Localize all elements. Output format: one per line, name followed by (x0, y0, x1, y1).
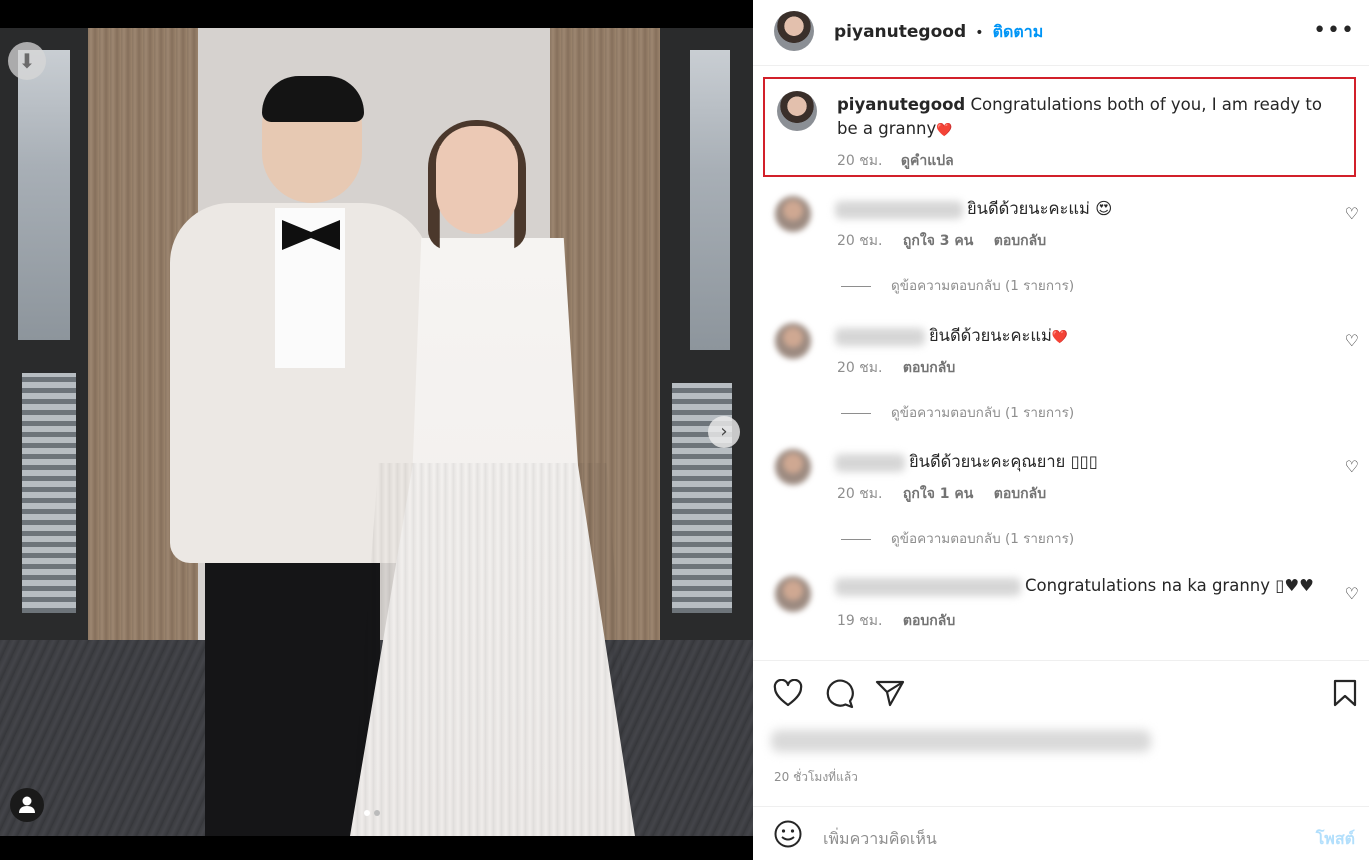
follow-button[interactable]: ติดตาม (993, 22, 1044, 41)
more-options-icon[interactable]: ••• (1313, 18, 1355, 43)
post-comment-button[interactable]: โพสต์ (1316, 827, 1355, 852)
comment-text: ยินดีด้วยนะคะแม่ (967, 199, 1090, 218)
comment-line: ยินดีด้วยนะคะแม่ 😍 (835, 196, 1112, 222)
next-slide-chevron-icon[interactable]: › (708, 416, 740, 448)
replies-dash (841, 538, 871, 540)
post-actions-bar (753, 660, 1369, 730)
comment-avatar[interactable] (775, 449, 811, 485)
caption-highlight: piyanutegood Congratulations both of you… (763, 77, 1356, 177)
comment-meta: 20 ชม. ตอบกลับ (837, 357, 955, 379)
heart-eyes-emoji-icon: 😍 (1095, 199, 1113, 218)
comment-like-heart-icon[interactable]: ♡ (1345, 331, 1359, 350)
share-paper-plane-icon[interactable] (875, 679, 905, 711)
view-replies-label[interactable]: ดูข้อความตอบกลับ (1 รายการ) (891, 405, 1074, 421)
comment-avatar[interactable] (775, 576, 811, 612)
comment-username-blurred[interactable] (835, 200, 963, 219)
emoji-picker-icon[interactable] (773, 819, 803, 853)
slide-dot-active (364, 810, 370, 816)
comment-line: ยินดีด้วยนะคะคุณยาย ▯▯▯ (835, 449, 1098, 475)
comment-like-heart-icon[interactable]: ♡ (1345, 584, 1359, 603)
comment-username-blurred[interactable] (835, 453, 905, 472)
comment-username-blurred[interactable] (835, 327, 925, 346)
slide-indicator (364, 810, 380, 816)
translate-link[interactable]: ดูคำแปล (901, 153, 954, 169)
comment-avatar[interactable] (775, 323, 811, 359)
comment-time[interactable]: 20 ชม. (837, 233, 882, 249)
reply-button[interactable]: ตอบกลับ (903, 360, 955, 376)
header-separator: • (975, 25, 984, 41)
download-icon[interactable]: ⬇ (8, 42, 46, 80)
reply-button[interactable]: ตอบกลับ (903, 613, 955, 629)
comment-time[interactable]: 19 ชม. (837, 613, 882, 629)
comment-bubble-icon[interactable] (824, 679, 854, 713)
heart-emoji-icon: ❤️ (936, 123, 953, 138)
heart-emoji-icon: ❤️ (1051, 330, 1069, 345)
comment-meta: 20 ชม. ถูกใจ 3 คน ตอบกลับ (837, 230, 1046, 252)
comment-text: Congratulations na ka granny (1025, 576, 1270, 595)
comment-text: ยินดีด้วยนะคะแม่ (929, 326, 1052, 345)
tagged-user-icon[interactable] (10, 788, 44, 822)
add-comment-input[interactable]: เพิ่มความคิดเห็น (823, 827, 937, 852)
view-replies-button[interactable]: ดูข้อความตอบกลับ (1 รายการ) (841, 527, 1074, 549)
post-photo-panel: ⬇ › (0, 0, 753, 860)
caption-username[interactable]: piyanutegood (837, 95, 965, 114)
reply-button[interactable]: ตอบกลับ (994, 233, 1046, 249)
comment-likes[interactable]: ถูกใจ 1 คน (903, 486, 973, 502)
hearts-emoji-icon: ▯♥♥ (1275, 576, 1314, 595)
emoji-placeholder-icon: ▯▯▯ (1070, 452, 1098, 471)
post-time-ago[interactable]: 20 ชั่วโมงที่แล้ว (774, 768, 858, 787)
comment-like-heart-icon[interactable]: ♡ (1345, 204, 1359, 223)
view-replies-button[interactable]: ดูข้อความตอบกลับ (1 รายการ) (841, 401, 1074, 423)
view-replies-label[interactable]: ดูข้อความตอบกลับ (1 รายการ) (891, 278, 1074, 294)
reply-button[interactable]: ตอบกลับ (994, 486, 1046, 502)
comment-meta: 20 ชม. ถูกใจ 1 คน ตอบกลับ (837, 483, 1046, 505)
comment-time[interactable]: 20 ชม. (837, 486, 882, 502)
bookmark-save-icon[interactable] (1333, 679, 1357, 711)
replies-dash (841, 285, 871, 287)
comment-avatar[interactable] (775, 196, 811, 232)
replies-dash (841, 412, 871, 414)
view-replies-button[interactable]: ดูข้อความตอบกลับ (1 รายการ) (841, 274, 1074, 296)
caption-time[interactable]: 20 ชม. (837, 153, 882, 169)
comment-time[interactable]: 20 ชม. (837, 360, 882, 376)
comment-meta: 19 ชม. ตอบกลับ (837, 610, 955, 632)
author-username[interactable]: piyanutegood (834, 22, 966, 42)
comment-line: Congratulations na ka granny ▯♥♥ (835, 576, 1314, 596)
view-replies-label[interactable]: ดูข้อความตอบกลับ (1 รายการ) (891, 531, 1074, 547)
post-photo[interactable] (0, 28, 753, 836)
caption-avatar[interactable] (777, 91, 817, 131)
comment-likes[interactable]: ถูกใจ 3 คน (903, 233, 973, 249)
author-avatar[interactable] (774, 11, 814, 51)
post-header: piyanutegood • ติดตาม ••• (753, 0, 1369, 66)
comment-username-blurred[interactable] (835, 577, 1021, 596)
add-comment-bar: เพิ่มความคิดเห็น โพสต์ (753, 806, 1369, 860)
comment-text: ยินดีด้วยนะคะคุณยาย (909, 452, 1066, 471)
slide-dot[interactable] (374, 810, 380, 816)
comment-like-heart-icon[interactable]: ♡ (1345, 457, 1359, 476)
comment-line: ยินดีด้วยนะคะแม่❤️ (835, 323, 1068, 349)
caption-text-block: piyanutegood Congratulations both of you… (837, 93, 1347, 173)
post-side-panel: piyanutegood • ติดตาม ••• piyanutegood C… (753, 0, 1369, 860)
likes-summary-blurred[interactable] (771, 730, 1151, 752)
like-heart-icon[interactable] (773, 678, 803, 711)
